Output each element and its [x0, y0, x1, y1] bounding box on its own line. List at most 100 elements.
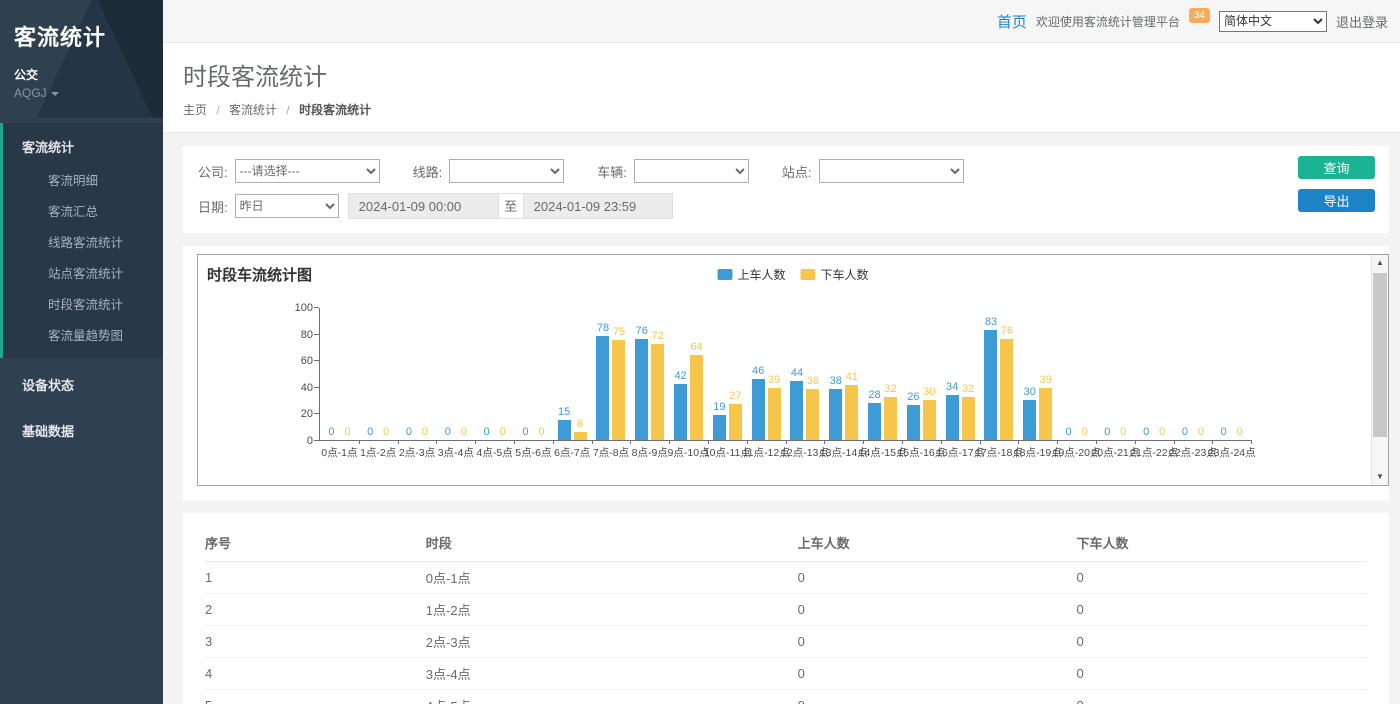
x-axis-label: 3点-4点 — [438, 445, 474, 460]
bar-value-label: 38 — [830, 375, 842, 387]
bar-value-label: 64 — [690, 341, 702, 353]
bar-chart: 时段车流统计图 上车人数 下车人数 000点-1点001点-2点002点-3点0… — [197, 254, 1389, 486]
bar-value-label: 0 — [1120, 426, 1126, 438]
legend-item-alighting: 下车人数 — [801, 266, 869, 283]
sidebar-subitem[interactable]: 线路客流统计 — [3, 226, 163, 257]
sidebar-item-base-data[interactable]: 基础数据 — [0, 411, 163, 450]
table-cell: 4点-5点 — [426, 690, 798, 704]
bar-col-boarding: 28 — [868, 389, 881, 440]
company-select[interactable]: ---请选择--- — [235, 159, 380, 183]
chart-category-group: 004点-5点 — [475, 308, 514, 440]
bar-col-alighting: 39 — [1039, 374, 1052, 440]
date-to-input[interactable]: 2024-01-09 23:59 — [524, 193, 673, 219]
chart-category-group: 192710点-11点 — [708, 308, 747, 440]
chart-category-group: 005点-6点 — [514, 308, 553, 440]
sidebar-item-passenger-stats[interactable]: 客流统计 — [3, 129, 163, 164]
sidebar-item-device-status[interactable]: 设备状态 — [0, 365, 163, 404]
bar-alighting — [574, 432, 587, 440]
bar-alighting — [806, 389, 819, 440]
x-axis-tick — [592, 440, 593, 444]
station-select[interactable] — [819, 159, 964, 183]
bar-pair: 2832 — [868, 383, 897, 440]
time-period-table: 序号 时段 上车人数 下车人数 10点-1点0021点-2点0032点-3点00… — [205, 525, 1367, 704]
table-row: 10点-1点00 — [205, 562, 1367, 594]
y-axis-tick — [314, 360, 319, 361]
table-row: 32点-3点00 — [205, 626, 1367, 658]
bar-alighting — [768, 388, 781, 440]
chart-category-group: 0021点-22点 — [1135, 308, 1174, 440]
bar-col-boarding: 0 — [441, 426, 454, 440]
bar-alighting — [690, 355, 703, 440]
bar-value-label: 44 — [791, 367, 803, 379]
bar-alighting — [1000, 339, 1013, 440]
bar-boarding — [946, 395, 959, 440]
bar-col-boarding: 0 — [1217, 426, 1230, 440]
table-cell: 3 — [205, 626, 426, 658]
bar-col-boarding: 83 — [984, 316, 997, 440]
sidebar-subitem[interactable]: 客流量趋势图 — [3, 319, 163, 350]
scroll-up-arrow-icon[interactable]: ▲ — [1372, 255, 1388, 271]
export-button[interactable]: 导出 — [1298, 189, 1375, 212]
bar-boarding — [790, 381, 803, 440]
bar-col-alighting: 0 — [1194, 426, 1207, 440]
sidebar: 客流统计 公交 AQGJ 客流统计 客流明细客流汇总线路客流统计站点客流统计时段… — [0, 0, 163, 704]
scrollbar-thumb[interactable] — [1373, 273, 1387, 437]
bar-value-label: 83 — [985, 316, 997, 328]
breadcrumb-home[interactable]: 主页 — [183, 103, 207, 117]
language-select[interactable]: 简体中文 — [1219, 11, 1327, 32]
bar-col-boarding: 19 — [713, 401, 726, 440]
x-axis-label: 5点-6点 — [515, 445, 551, 460]
bar-col-boarding: 34 — [946, 381, 959, 440]
sidebar-subitem[interactable]: 时段客流统计 — [3, 288, 163, 319]
bar-alighting — [923, 400, 936, 440]
scroll-down-arrow-icon[interactable]: ▼ — [1372, 469, 1388, 485]
table-cell: 2 — [205, 594, 426, 626]
y-axis-tick — [314, 413, 319, 414]
bar-value-label: 27 — [729, 390, 741, 402]
sidebar-subitem[interactable]: 客流汇总 — [3, 195, 163, 226]
bar-value-label: 32 — [884, 383, 896, 395]
chart-category-group: 463911点-12点 — [747, 308, 786, 440]
user-dropdown[interactable]: AQGJ — [14, 86, 149, 100]
chart-category-group: 443812点-13点 — [786, 308, 825, 440]
bar-col-alighting: 30 — [923, 386, 936, 440]
y-axis-label: 0 — [281, 435, 313, 447]
x-axis-label: 8点-9点 — [632, 445, 668, 460]
bar-pair: 3432 — [946, 381, 975, 440]
home-link[interactable]: 首页 — [997, 11, 1027, 32]
breadcrumb-passenger-stats[interactable]: 客流统计 — [229, 103, 277, 117]
bar-alighting — [845, 385, 858, 440]
bar-value-label: 0 — [383, 426, 389, 438]
table-cell: 0 — [1076, 690, 1367, 704]
bar-col-alighting: 0 — [1078, 426, 1091, 440]
x-axis-label: 0点-1点 — [321, 445, 357, 460]
chart-scrollbar[interactable]: ▲ ▼ — [1371, 255, 1388, 485]
sidebar-subitem[interactable]: 客流明细 — [3, 164, 163, 195]
line-select[interactable] — [449, 159, 564, 183]
bar-alighting — [884, 397, 897, 440]
bar-col-boarding: 42 — [674, 370, 687, 440]
bar-value-label: 39 — [1040, 374, 1052, 386]
bar-col-boarding: 0 — [1178, 426, 1191, 440]
line-label: 线路: — [413, 162, 443, 181]
vehicle-select[interactable] — [634, 159, 749, 183]
bar-col-boarding: 0 — [402, 426, 415, 440]
query-button[interactable]: 查询 — [1298, 156, 1375, 179]
bar-col-alighting: 32 — [962, 383, 975, 440]
bar-value-label: 0 — [1237, 426, 1243, 438]
bar-pair: 2630 — [907, 386, 936, 440]
sidebar-subitem[interactable]: 站点客流统计 — [3, 257, 163, 288]
x-axis-tick — [398, 440, 399, 444]
table-cell: 0 — [1076, 658, 1367, 690]
notification-badge[interactable]: 34 — [1189, 8, 1210, 23]
chart-category-group: 283214点-15点 — [863, 308, 902, 440]
chart-category-group: 42649点-10点 — [669, 308, 708, 440]
chart-category-group: 1566点-7点 — [553, 308, 592, 440]
date-from-input[interactable]: 2024-01-09 00:00 — [348, 193, 498, 219]
date-preset-select[interactable]: 昨日 — [235, 194, 339, 218]
user-code: AQGJ — [14, 86, 47, 100]
breadcrumb: 主页 / 客流统计 / 时段客流统计 — [183, 101, 1380, 118]
bar-col-boarding: 30 — [1023, 386, 1036, 440]
logout-link[interactable]: 退出登录 — [1336, 12, 1388, 31]
chart-category-group: 002点-3点 — [398, 308, 437, 440]
